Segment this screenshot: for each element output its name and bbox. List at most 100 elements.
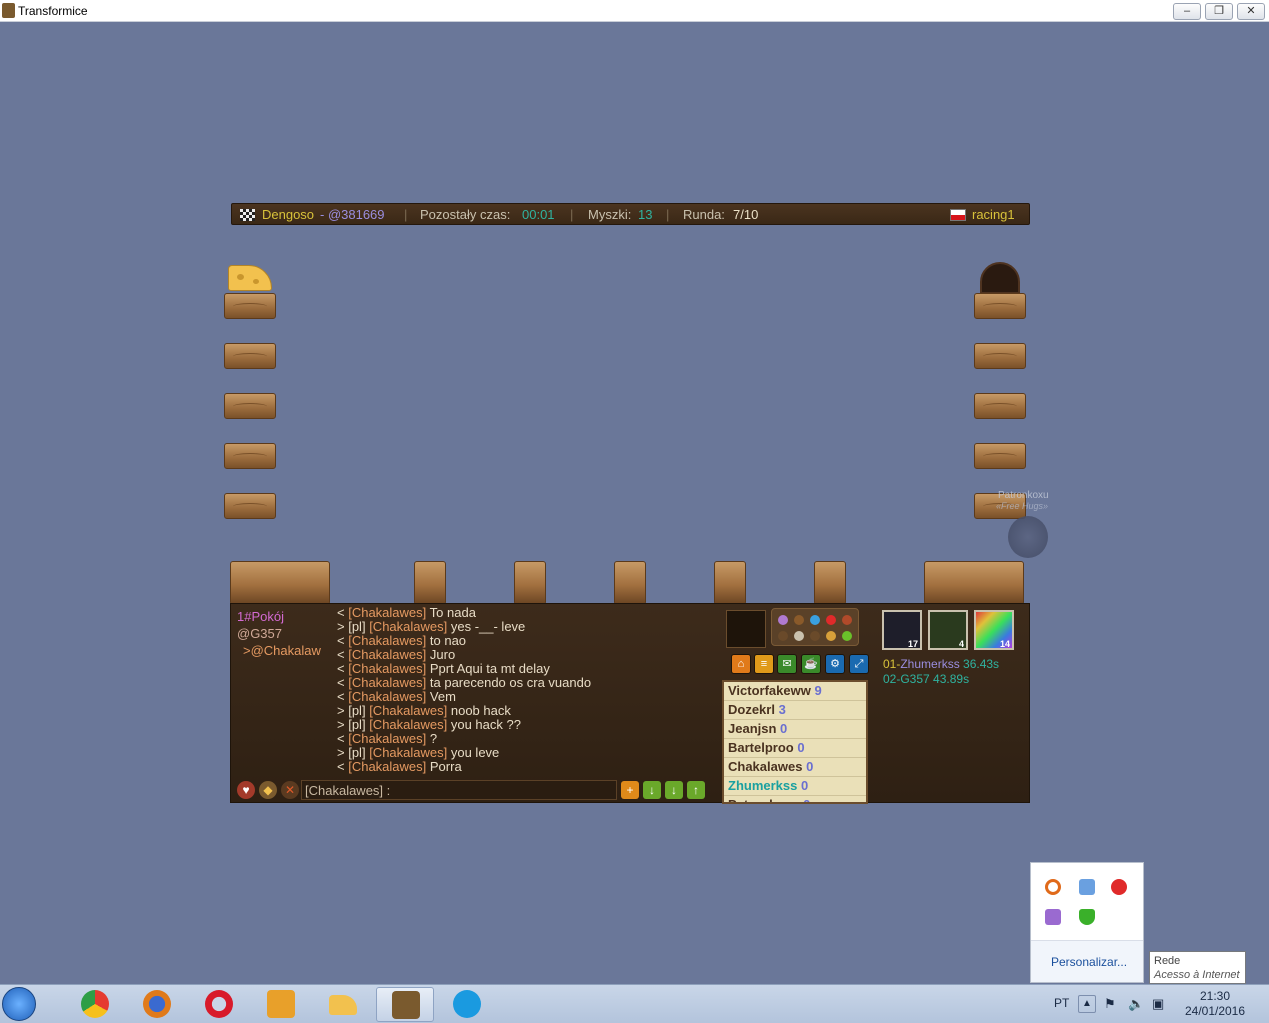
platform [974, 393, 1026, 419]
shield-icon[interactable]: ◆ [259, 781, 277, 799]
chat-line-dir: < [337, 731, 345, 746]
volume-icon[interactable]: 🔈 [1128, 996, 1144, 1012]
restore-button[interactable]: ❐ [1205, 3, 1233, 20]
emote-icon[interactable] [826, 631, 836, 641]
platform [224, 393, 276, 419]
clock[interactable]: 21:30 24/01/2016 [1170, 989, 1260, 1019]
emote-icon[interactable] [778, 631, 788, 641]
list-icon[interactable]: ≡ [754, 654, 774, 674]
mouse-hole [980, 262, 1020, 294]
window-title: Transformice [18, 4, 88, 18]
flag-icon[interactable]: ⚑ [1104, 996, 1116, 1012]
chat-line-name[interactable]: [Chakalawes] [348, 647, 426, 662]
close-button[interactable]: ✕ [1237, 3, 1265, 20]
hud-time-value: 00:01 [522, 207, 555, 222]
tribe-icon[interactable]: ☕ [801, 654, 821, 674]
rank-time: 36.43s [963, 657, 1000, 671]
tooltip-title: Rede [1154, 955, 1181, 967]
arrow-down-icon[interactable]: ↓ [643, 781, 661, 799]
chat-line-name[interactable]: [Chakalawes] [348, 633, 426, 648]
player-list-item[interactable]: Victorfakeww 9 [724, 682, 866, 701]
chat-channel-room[interactable]: 1#Pokój [237, 608, 321, 625]
network-icon[interactable]: ▣ [1152, 996, 1164, 1012]
ghost-mouse-sprite [1008, 516, 1048, 558]
chat-line-text: Porra [429, 759, 462, 774]
chat-line-dir: < [337, 605, 345, 620]
player-name: Victorfakeww [728, 683, 811, 698]
player-list-item[interactable]: Bartelproo 0 [724, 739, 866, 758]
chat-line-name[interactable]: [Chakalawes] [348, 689, 426, 704]
game-area[interactable]: Dengoso - @381669 | Pozostały czas: 00:0… [0, 22, 1269, 984]
bottom-panel: 1#Pokój @G357 >@Chakalaw < [Chakalawes] … [230, 603, 1030, 804]
close-icon[interactable]: ✕ [281, 781, 299, 799]
player-list-item[interactable]: Dozekrl 3 [724, 701, 866, 720]
chat-line-name[interactable]: [Chakalawes] [348, 731, 426, 746]
language-indicator[interactable]: PT [1054, 996, 1069, 1010]
chat-line-name[interactable]: [Chakalawes] [369, 703, 447, 718]
chat-line-name[interactable]: [Chakalawes] [348, 661, 426, 676]
fullscreen-icon[interactable]: ⤢ [849, 654, 869, 674]
chat-line-name[interactable]: [Chakalawes] [369, 745, 447, 760]
player-list-item[interactable]: Chakalawes 0 [724, 758, 866, 777]
chat-channel-whisper-active[interactable]: >@Chakalaw [237, 642, 321, 659]
tray-app-icon[interactable] [1111, 879, 1127, 895]
chat-line-tag: [pl] [348, 717, 366, 732]
player-list-item[interactable]: Zhumerkss 0 [724, 777, 866, 796]
ghost-player-title: «Free Hugs» [996, 501, 1049, 511]
tray-app-icon[interactable] [1045, 879, 1061, 895]
minimize-button[interactable]: – [1173, 3, 1201, 20]
hud-round-value: 7/10 [733, 207, 759, 222]
tray-app-icon[interactable] [1079, 879, 1095, 895]
plus-icon[interactable]: + [621, 781, 639, 799]
start-button[interactable] [2, 987, 36, 1021]
emote-icon[interactable] [794, 615, 804, 625]
player-score: 0 [806, 759, 814, 774]
shield-icon[interactable] [1079, 909, 1095, 925]
customize-link[interactable]: Personalizar... [1051, 955, 1127, 969]
player-list-item[interactable]: Patronkoxu 0 [724, 796, 866, 802]
player-avatar[interactable] [726, 610, 766, 648]
home-icon[interactable]: ⌂ [731, 654, 751, 674]
chat-line-dir: < [337, 633, 345, 648]
hud-room-name: racing1 [972, 207, 1015, 222]
badge-count: 4 [958, 639, 964, 649]
chat-line-dir: > [337, 717, 345, 732]
feather-icon[interactable] [1045, 909, 1061, 925]
chat-icon[interactable]: ✉ [777, 654, 797, 674]
emote-icon[interactable] [794, 631, 804, 641]
heart-icon[interactable]: ♥ [237, 781, 255, 799]
gear-icon[interactable]: ⚙ [825, 654, 845, 674]
taskbar-skype[interactable] [438, 987, 496, 1022]
chat-line-name[interactable]: [Chakalawes] [369, 619, 447, 634]
emote-icon[interactable] [778, 615, 788, 625]
chat-line-name[interactable]: [Chakalawes] [348, 675, 426, 690]
ground-block [230, 561, 330, 605]
show-hidden-icons-icon[interactable]: ▲ [1078, 995, 1096, 1013]
chat-line-name[interactable]: [Chakalawes] [348, 605, 426, 620]
taskbar-transformice[interactable] [376, 987, 434, 1022]
cheese-icon [329, 995, 357, 1015]
platform [224, 443, 276, 469]
emote-icon[interactable] [810, 615, 820, 625]
chat-input[interactable] [301, 780, 617, 800]
firefox-icon [143, 990, 171, 1018]
taskbar-cheese-app[interactable] [314, 987, 372, 1022]
heart-icon[interactable] [826, 615, 836, 625]
taskbar-opera[interactable] [190, 987, 248, 1022]
arrow-down-icon[interactable]: ↓ [665, 781, 683, 799]
chat-line-name[interactable]: [Chakalawes] [369, 717, 447, 732]
chat-line-dir: < [337, 675, 345, 690]
taskbar-firefox[interactable] [128, 987, 186, 1022]
plus-icon[interactable] [842, 631, 852, 641]
taskbar-chrome[interactable] [66, 987, 124, 1022]
opera-icon [205, 990, 233, 1018]
arrow-up-icon[interactable]: ↑ [687, 781, 705, 799]
taskbar-media-player[interactable] [252, 987, 310, 1022]
chat-line-name[interactable]: [Chakalawes] [348, 759, 426, 774]
chat-channel-whisper[interactable]: @G357 [237, 625, 321, 642]
emote-icon[interactable] [810, 631, 820, 641]
poland-flag-icon [950, 209, 966, 221]
chat-channel-list: 1#Pokój @G357 >@Chakalaw [237, 608, 321, 659]
close-icon[interactable] [842, 615, 852, 625]
player-list-item[interactable]: Jeanjsn 0 [724, 720, 866, 739]
